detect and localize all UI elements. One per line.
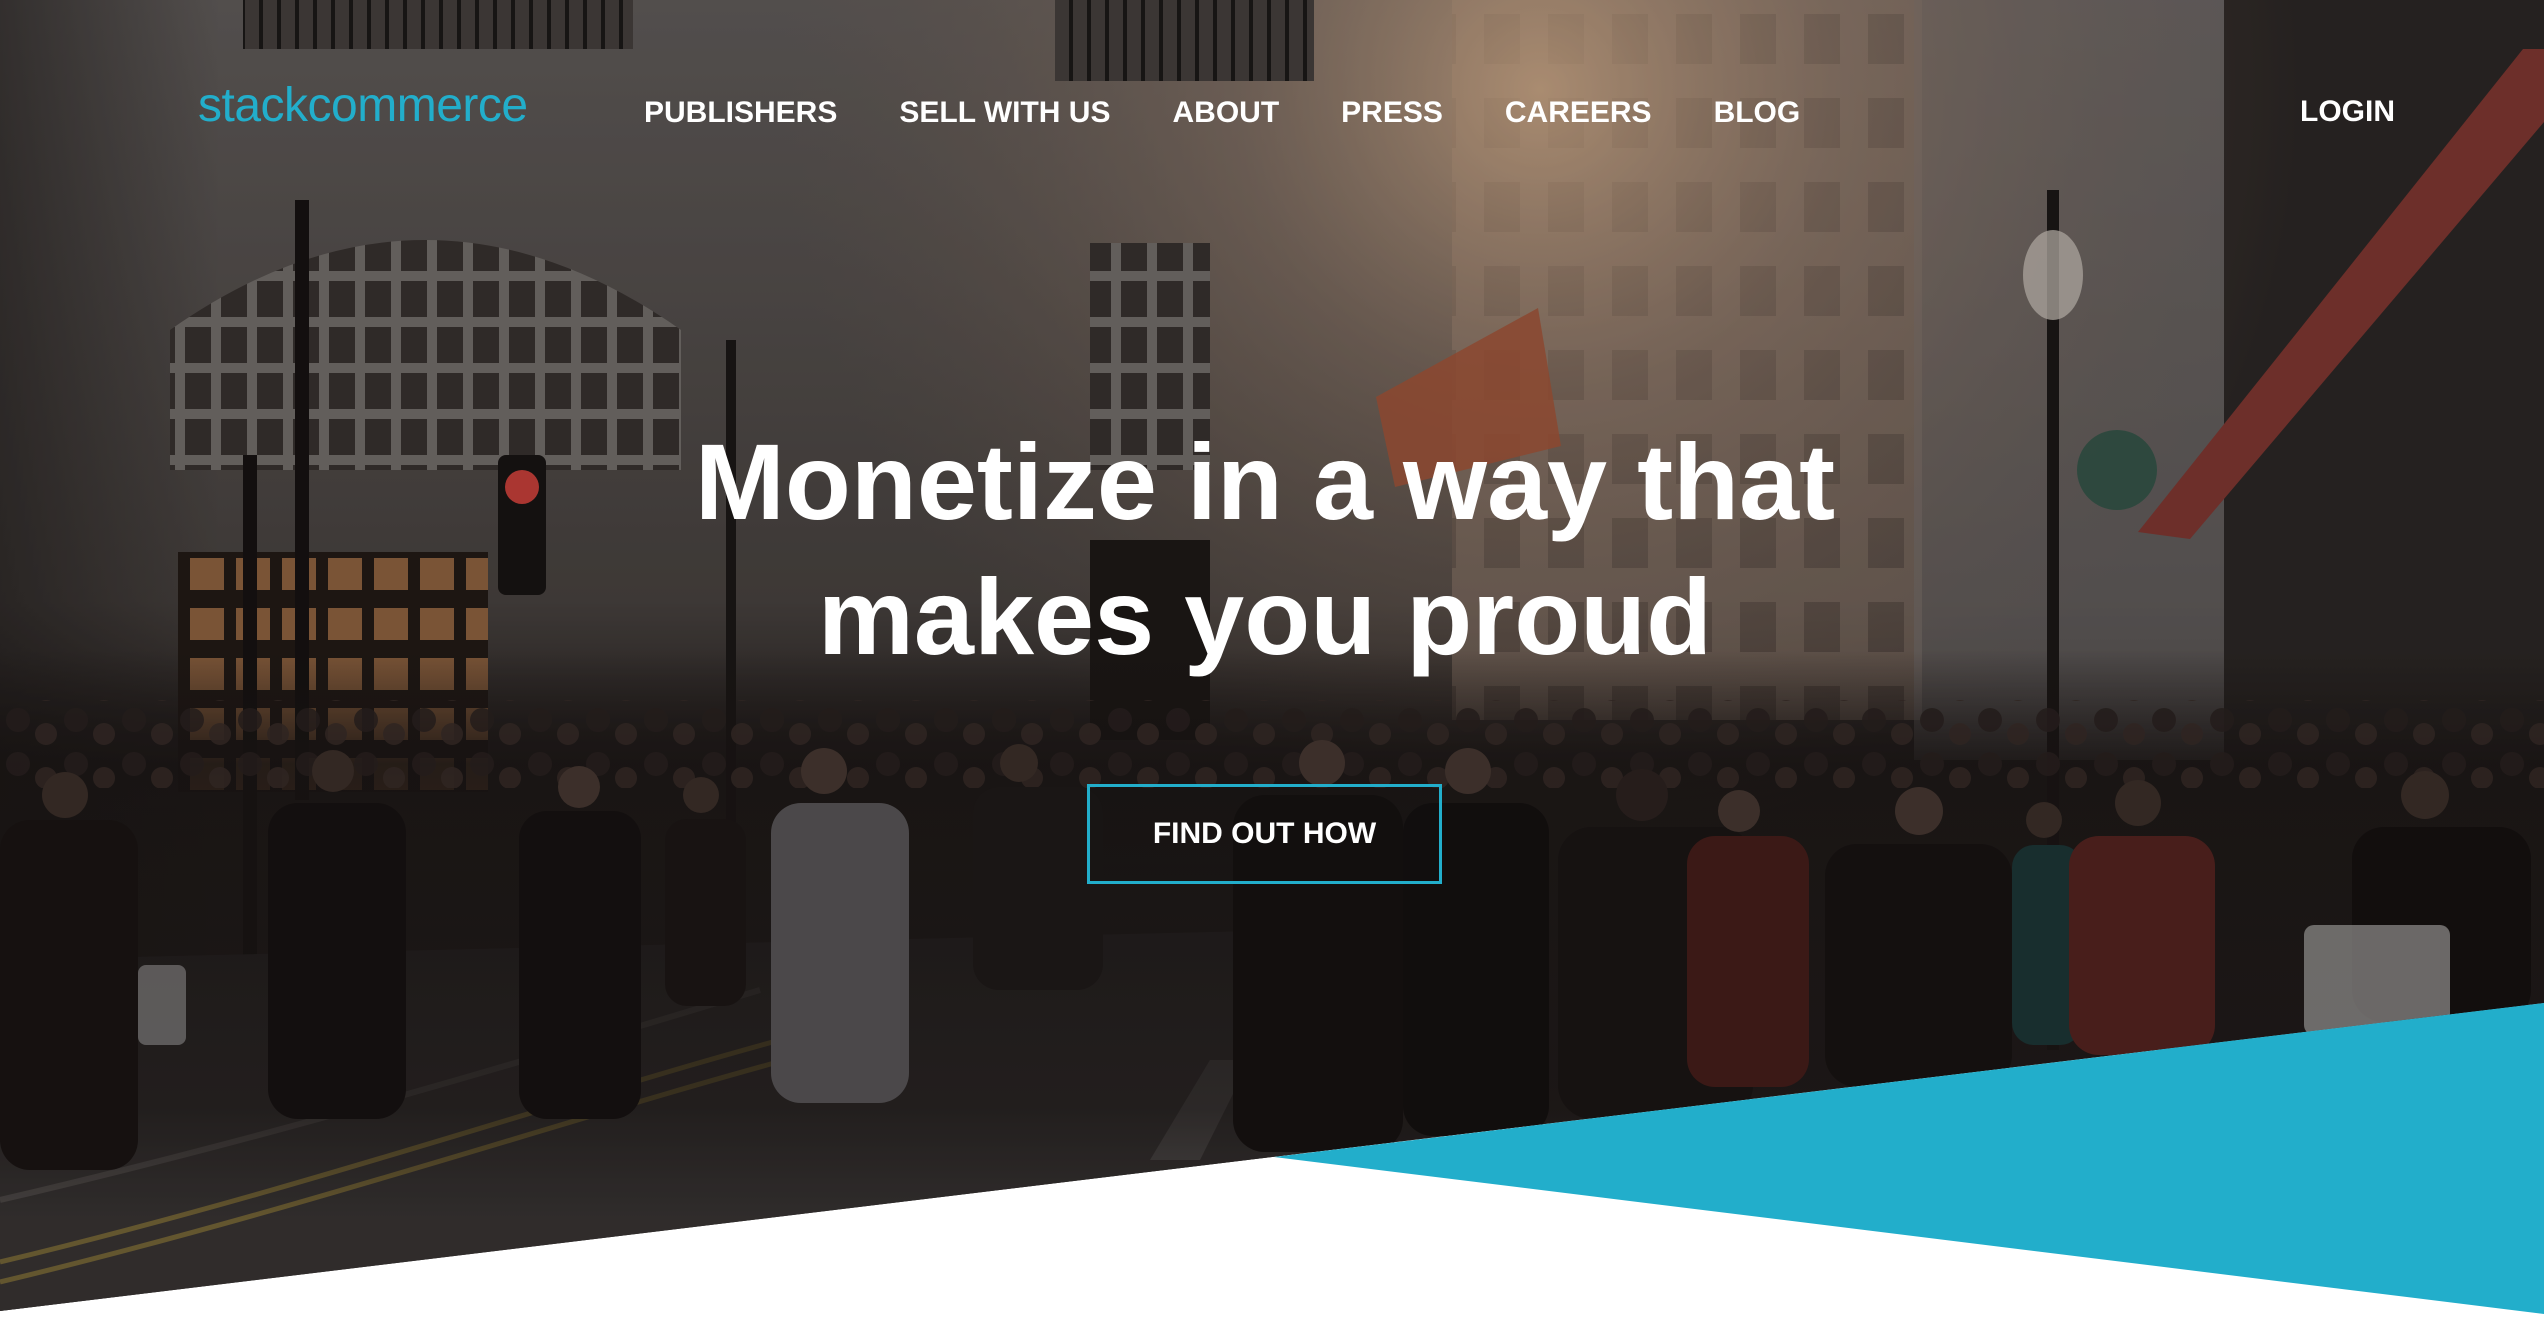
find-out-how-label: FIND OUT HOW — [1152, 817, 1377, 850]
find-out-how-button[interactable]: FIND OUT HOW — [1087, 784, 1442, 884]
nav-link-blog[interactable]: BLOG — [1714, 98, 1801, 128]
main-navigation: PUBLISHERS SELL WITH US ABOUT PRESS CARE… — [644, 98, 1800, 128]
nav-link-sell-with-us[interactable]: SELL WITH US — [899, 98, 1110, 128]
hero-headline-line-1: Monetize in a way that — [694, 421, 1836, 542]
nav-link-careers[interactable]: CAREERS — [1505, 98, 1652, 128]
teal-accent-shape — [1274, 1003, 2544, 1314]
page: stackcommerce PUBLISHERS SELL WITH US AB… — [0, 0, 2544, 1336]
hero-headline-line-2: makes you proud — [817, 556, 1713, 677]
nav-link-press[interactable]: PRESS — [1341, 98, 1443, 128]
login-link[interactable]: LOGIN — [2300, 97, 2395, 127]
nav-link-about[interactable]: ABOUT — [1172, 98, 1279, 128]
nav-link-publishers[interactable]: PUBLISHERS — [644, 98, 837, 128]
hero-headline: Monetize in a way that makes you proud — [0, 414, 2530, 684]
stackcommerce-logo[interactable]: stackcommerce — [198, 82, 528, 130]
